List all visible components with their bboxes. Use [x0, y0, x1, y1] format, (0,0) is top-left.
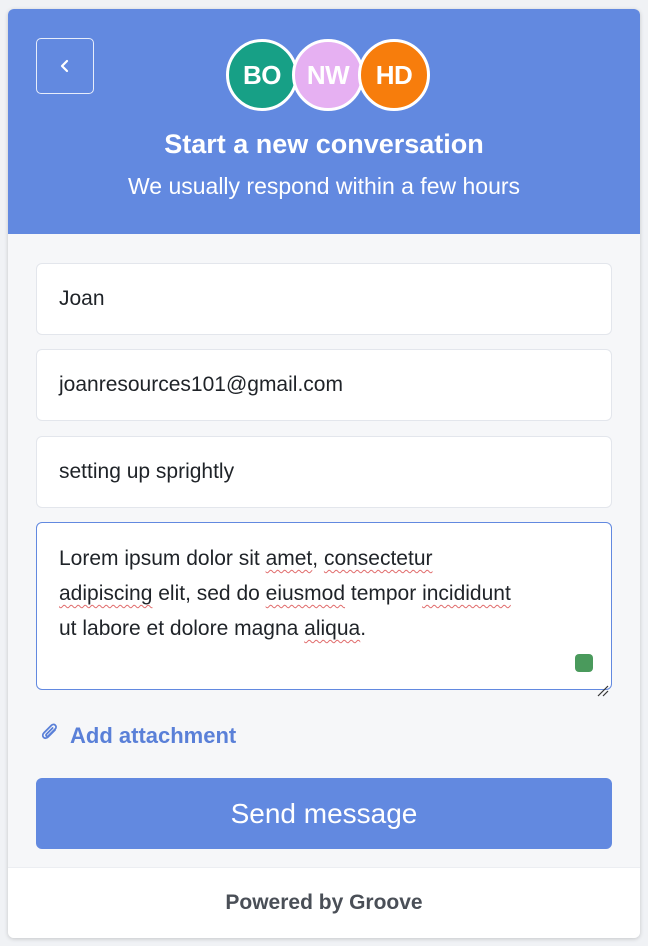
avatar: BO [226, 39, 298, 111]
team-avatars: BO NW HD [226, 39, 430, 111]
chat-widget: BO NW HD Start a new conversation We usu… [8, 9, 640, 938]
message-text-run: aliqua [304, 617, 361, 640]
powered-by-footer: Powered by Groove [8, 867, 640, 938]
message-text-run: , [312, 547, 324, 570]
message-text-run: Lorem ipsum dolor sit [59, 547, 266, 570]
add-attachment-label: Add attachment [70, 722, 237, 748]
message-text-run: ut labore et dolore magna [59, 617, 305, 640]
name-field-value: Joan [59, 287, 105, 310]
message-text: ut labore et dolore magna aliqua. [59, 611, 589, 646]
powered-by-text: Powered by Groove [225, 891, 423, 914]
email-field[interactable]: joanresources101@gmail.com [36, 349, 612, 421]
message-text-run: consectetur [323, 547, 433, 570]
add-attachment-link[interactable]: Add attachment [40, 721, 236, 750]
avatar-initials: NW [306, 59, 350, 90]
back-button[interactable] [36, 38, 94, 94]
message-text-run: eiusmod [265, 582, 346, 605]
avatar-initials: BO [243, 59, 282, 90]
paperclip-icon [40, 721, 60, 750]
name-field[interactable]: Joan [36, 263, 612, 335]
send-message-label: Send message [230, 797, 418, 829]
avatar: HD [358, 39, 430, 111]
message-text: adipiscing elit, sed do eiusmod tempor i… [59, 576, 589, 611]
message-text: Lorem ipsum dolor sit amet, consectetur [59, 541, 589, 576]
avatar-initials: HD [375, 59, 413, 90]
avatar: NW [292, 39, 364, 111]
page-subtitle: We usually respond within a few hours [127, 173, 521, 199]
subject-field[interactable]: setting up sprightly [36, 436, 612, 508]
resize-handle-icon[interactable] [595, 673, 609, 697]
message-text-run: amet [265, 547, 313, 570]
message-text-run: incididunt [422, 582, 511, 605]
email-field-value: joanresources101@gmail.com [59, 373, 343, 396]
widget-header: BO NW HD Start a new conversation We usu… [8, 9, 640, 234]
send-message-button[interactable]: Send message [36, 778, 612, 849]
chevron-left-icon [59, 59, 71, 73]
page-title: Start a new conversation [164, 129, 484, 159]
message-text-run: tempor [345, 582, 423, 605]
subject-field-value: setting up sprightly [59, 460, 235, 483]
message-text-run: adipiscing [59, 582, 153, 605]
message-text-run: . [360, 617, 367, 640]
grammar-check-icon[interactable] [575, 654, 593, 672]
message-text-run: elit, sed do [152, 582, 266, 605]
message-textarea[interactable]: Lorem ipsum dolor sit amet, consectetur … [36, 522, 612, 697]
